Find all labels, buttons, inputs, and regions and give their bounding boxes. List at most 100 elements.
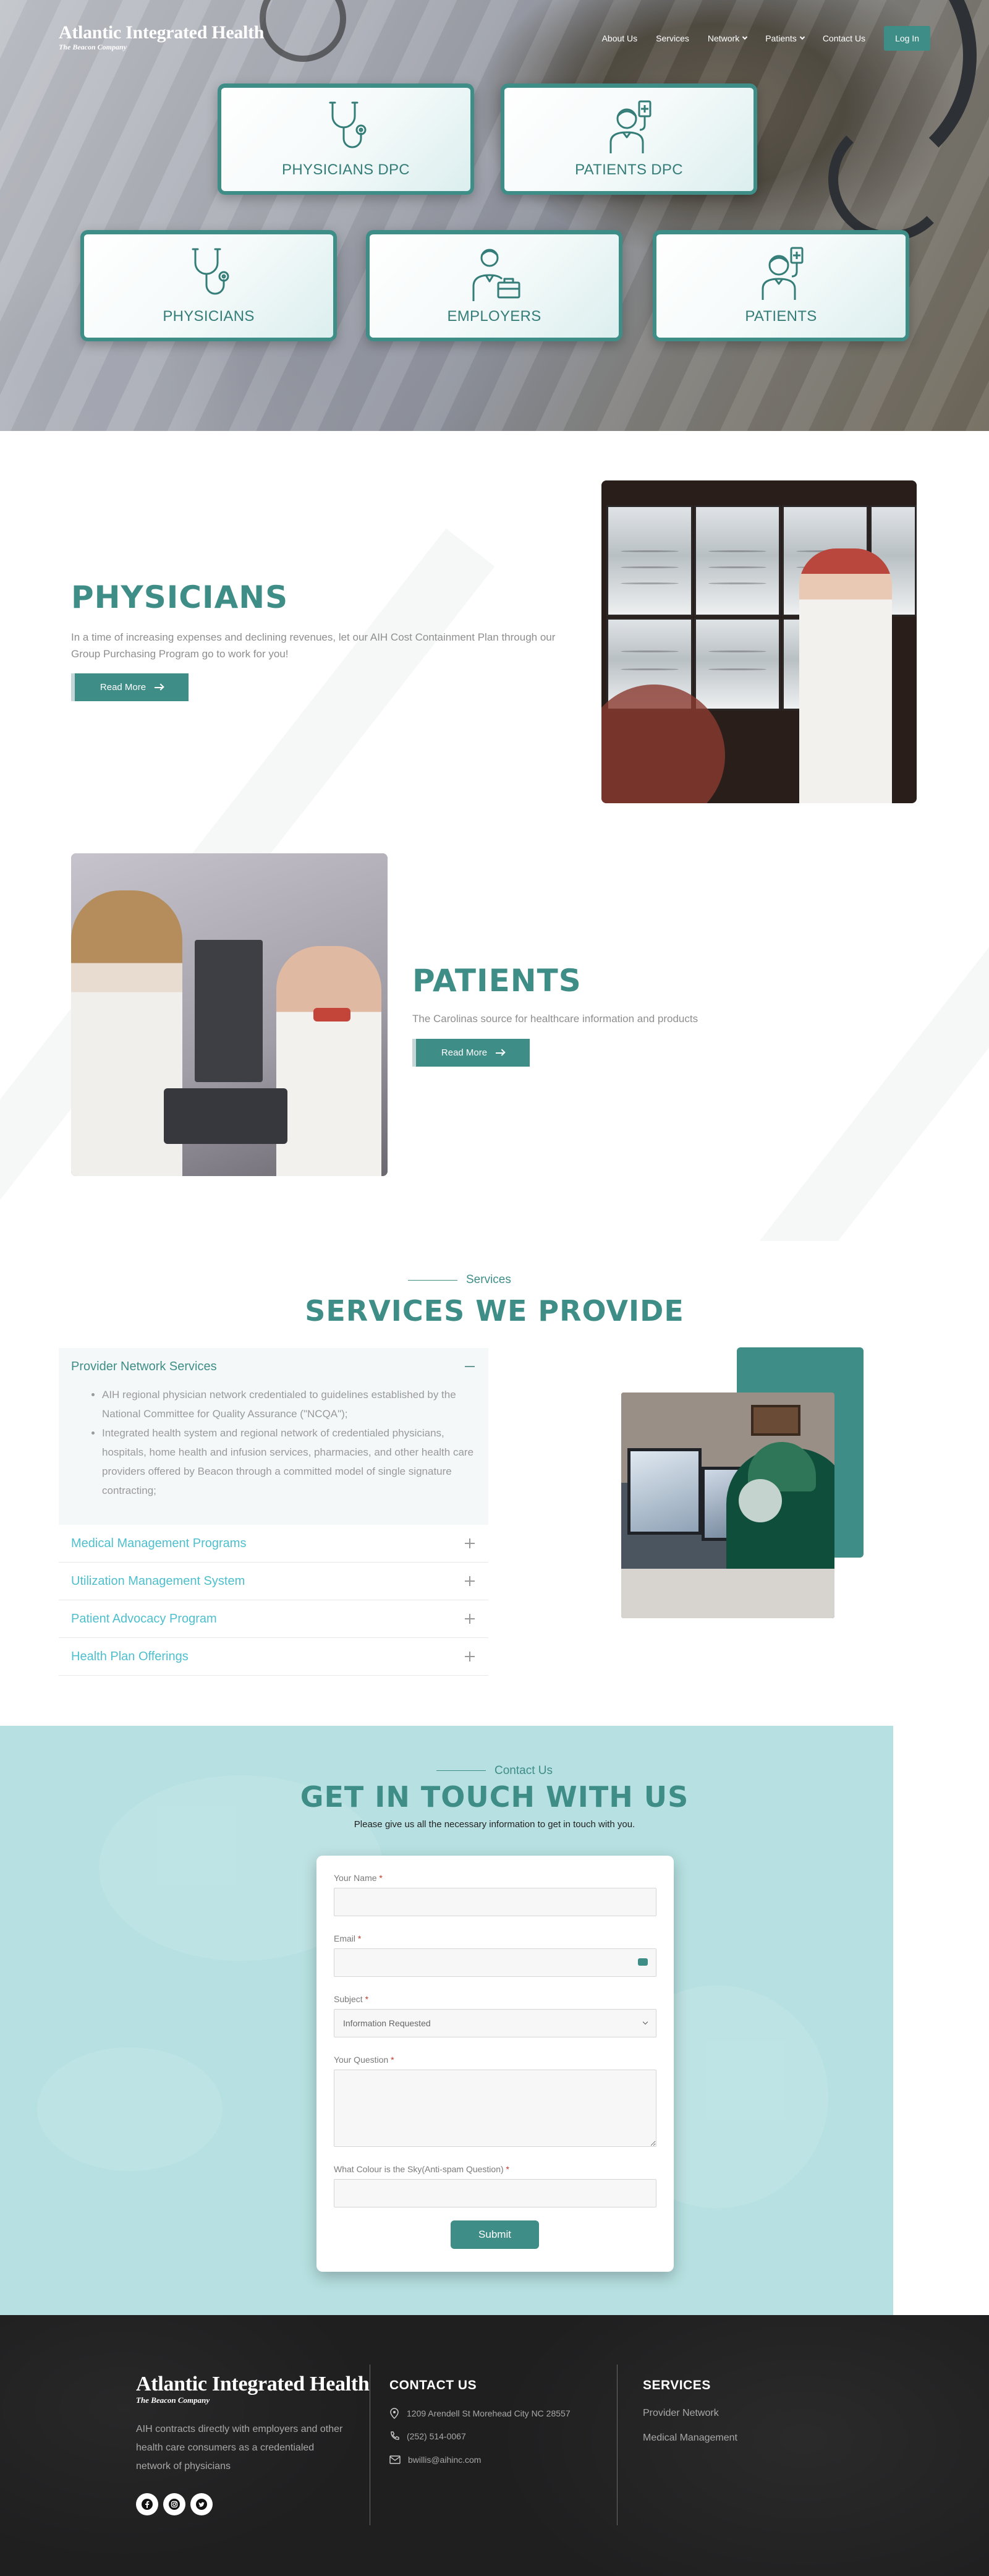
- antispam-input[interactable]: [334, 2179, 656, 2207]
- accordion-header[interactable]: Utilization Management System: [71, 1563, 475, 1600]
- button-label: Read More: [441, 1047, 488, 1058]
- email-label: Email *: [334, 1934, 362, 1943]
- nav-about-us[interactable]: About Us: [602, 33, 638, 43]
- card-employers[interactable]: EMPLOYERS: [366, 230, 622, 341]
- patients-text: The Carolinas source for healthcare info…: [412, 1013, 698, 1025]
- email-input[interactable]: [334, 1948, 656, 1977]
- patients-title: PATIENTS: [412, 963, 582, 999]
- subject-value: Information Requested: [343, 2018, 431, 2028]
- logo-tagline: The Beacon Company: [136, 2395, 210, 2405]
- bow-tie: [313, 1008, 350, 1021]
- question-label: Your Question *: [334, 2055, 394, 2065]
- tag-label: Services: [466, 1273, 511, 1286]
- subject-label: Subject *: [334, 1994, 369, 2004]
- instagram-icon[interactable]: [163, 2493, 185, 2515]
- patient-blood-pressure-photo: [71, 853, 388, 1176]
- name-input[interactable]: [334, 1888, 656, 1916]
- nav-label: Patients: [765, 33, 797, 43]
- patients-read-more-button[interactable]: Read More: [412, 1039, 530, 1067]
- subject-select[interactable]: Information Requested: [334, 2009, 656, 2037]
- accordion-content: AIH regional physician network credentia…: [71, 1385, 475, 1500]
- physicians-title: PHYSICIANS: [71, 579, 289, 615]
- minus-icon[interactable]: [465, 1366, 475, 1367]
- antispam-field-group: What Colour is the Sky(Anti-spam Questio…: [334, 2164, 656, 2207]
- phone-icon: [391, 2431, 399, 2440]
- footer-link-medical-management[interactable]: Medical Management: [643, 2433, 737, 2444]
- nav-label: Services: [656, 33, 689, 43]
- tag-label: Contact Us: [494, 1764, 553, 1777]
- wall-frame: [751, 1405, 800, 1436]
- plus-icon[interactable]: [465, 1614, 475, 1624]
- patient-figure: [276, 946, 381, 1176]
- footer-divider: [617, 2365, 618, 2525]
- social-links: [136, 2493, 213, 2515]
- accordion-header[interactable]: Medical Management Programs: [71, 1525, 475, 1562]
- twitter-icon[interactable]: [190, 2493, 213, 2515]
- logo-name: Atlantic Integrated Health: [136, 2373, 370, 2395]
- accordion-item[interactable]: Utilization Management System: [59, 1563, 488, 1600]
- blood-pressure-device: [164, 1088, 287, 1144]
- location-pin-icon: [390, 2408, 399, 2419]
- card-label: PATIENTS: [745, 308, 817, 325]
- physicians-read-more-button[interactable]: Read More: [71, 673, 189, 701]
- services-section: Services SERVICES WE PROVIDE Provider Ne…: [0, 1241, 989, 1726]
- nav-services[interactable]: Services: [656, 33, 689, 43]
- chevron-down-icon: [642, 2019, 648, 2025]
- plus-icon[interactable]: [465, 1652, 475, 1661]
- accordion-item[interactable]: Medical Management Programs: [59, 1525, 488, 1563]
- card-label: PATIENTS DPC: [575, 161, 683, 178]
- services-tag: Services: [408, 1273, 511, 1287]
- contact-tag: Contact Us: [0, 1763, 989, 1778]
- mail-icon: [389, 2455, 401, 2464]
- card-physicians-dpc[interactable]: PHYSICIANS DPC: [218, 83, 474, 195]
- site-logo[interactable]: Atlantic Integrated Health The Beacon Co…: [59, 23, 264, 52]
- services-title: SERVICES WE PROVIDE: [305, 1294, 684, 1328]
- accordion-item[interactable]: Patient Advocacy Program: [59, 1600, 488, 1638]
- card-patients[interactable]: PATIENTS: [653, 230, 909, 341]
- footer-phone[interactable]: (252) 514-0067: [389, 2431, 466, 2441]
- footer-link-provider-network[interactable]: Provider Network: [643, 2408, 719, 2419]
- logo-tagline: The Beacon Company: [59, 43, 127, 51]
- contact-title: GET IN TOUCH WITH US: [300, 1780, 689, 1814]
- nav-patients[interactable]: Patients: [765, 33, 805, 43]
- address-text: 1209 Arendell St Morehead City NC 28557: [407, 2408, 571, 2418]
- subject-field-group: Subject * Information Requested: [334, 1994, 656, 2037]
- accordion-item[interactable]: Health Plan Offerings: [59, 1638, 488, 1676]
- question-textarea[interactable]: [334, 2070, 656, 2147]
- accordion-title: Medical Management Programs: [71, 1536, 247, 1550]
- phone-text: (252) 514-0067: [407, 2431, 466, 2441]
- card-patients-dpc[interactable]: PATIENTS DPC: [501, 83, 757, 195]
- facebook-icon[interactable]: [136, 2493, 158, 2515]
- xray-panel: [694, 505, 781, 616]
- contact-description: Please give us all the necessary informa…: [354, 1819, 635, 1830]
- footer-logo[interactable]: Atlantic Integrated Health The Beacon Co…: [136, 2373, 370, 2405]
- arrow-right-icon: [496, 1052, 505, 1054]
- accordion-header[interactable]: Health Plan Offerings: [71, 1638, 475, 1675]
- plus-icon[interactable]: [465, 1538, 475, 1548]
- card-physicians[interactable]: PHYSICIANS: [80, 230, 337, 341]
- accordion-item-open: Provider Network Services AIH regional p…: [59, 1348, 488, 1525]
- submit-button[interactable]: Submit: [451, 2220, 539, 2249]
- nav-contact-us[interactable]: Contact Us: [823, 33, 865, 43]
- patient-iv-icon: [609, 100, 651, 153]
- accordion-header[interactable]: Patient Advocacy Program: [71, 1600, 475, 1637]
- name-field-group: Your Name *: [334, 1873, 656, 1916]
- medical-machine: [195, 940, 263, 1082]
- contact-form: Your Name * Email * Subject * Informatio…: [316, 1856, 674, 2272]
- login-button[interactable]: Log In: [884, 26, 930, 51]
- plus-icon[interactable]: [465, 1576, 475, 1586]
- nav-label: Network: [707, 33, 740, 43]
- doctor-figure: [799, 548, 892, 803]
- chevron-down-icon: [799, 34, 805, 40]
- xray-panel: [606, 505, 693, 616]
- autofill-icon[interactable]: [638, 1958, 648, 1966]
- services-accordion: Provider Network Services AIH regional p…: [59, 1348, 488, 1676]
- card-label: PHYSICIANS: [163, 308, 255, 325]
- main-nav: About Us Services Network Patients Conta…: [602, 26, 930, 51]
- footer-about-text: AIH contracts directly with employers an…: [136, 2424, 343, 2472]
- accordion-header[interactable]: Provider Network Services: [71, 1348, 475, 1385]
- footer-email[interactable]: bwillis@aihinc.com: [389, 2455, 481, 2465]
- button-label: Read More: [100, 682, 146, 693]
- nav-network[interactable]: Network: [707, 33, 748, 43]
- accordion-title: Utilization Management System: [71, 1574, 245, 1588]
